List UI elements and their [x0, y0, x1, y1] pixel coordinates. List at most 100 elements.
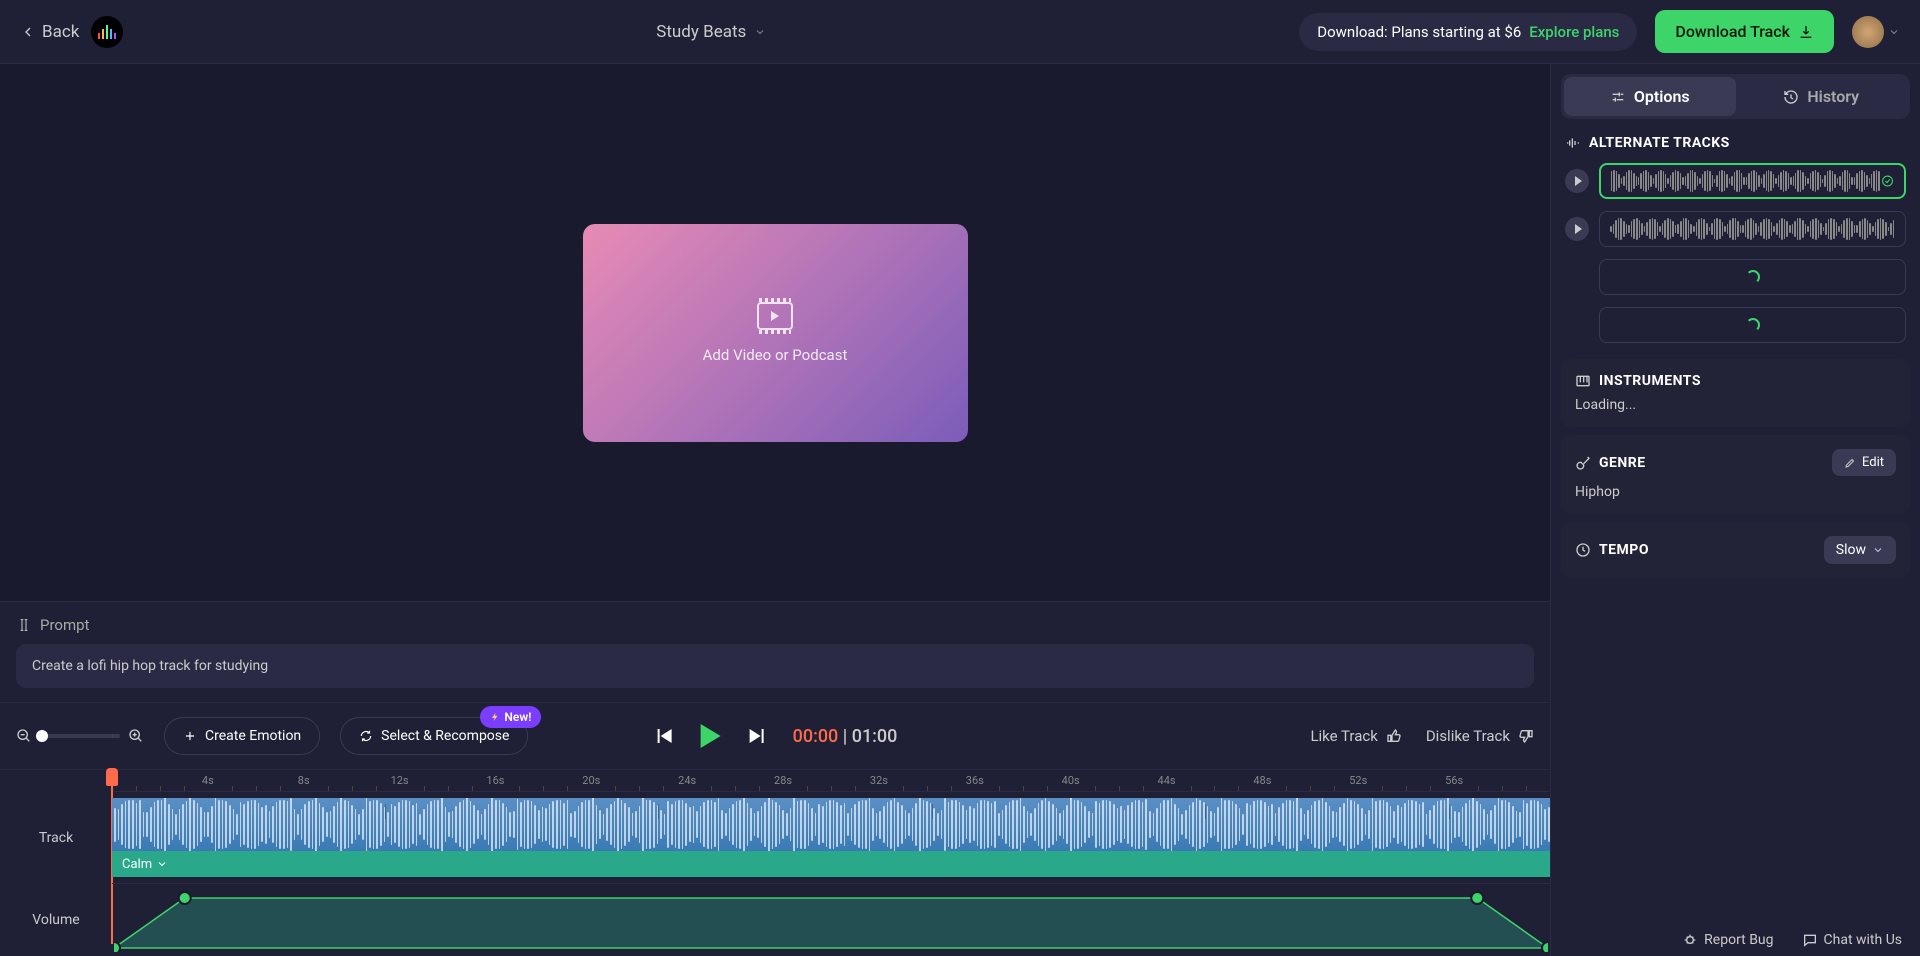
- genre-value: Hiphop: [1575, 484, 1896, 500]
- emotion-chip[interactable]: Calm: [112, 851, 1550, 877]
- add-media-label: Add Video or Podcast: [703, 346, 848, 364]
- time-tick: 8s: [298, 774, 310, 787]
- clock-icon: [1575, 542, 1591, 558]
- download-track-button[interactable]: Download Track: [1655, 10, 1834, 53]
- emotion-label: Calm: [122, 857, 152, 872]
- alt-play-button[interactable]: [1565, 169, 1589, 193]
- prompt-section: Prompt: [0, 601, 1550, 702]
- alternate-track-1[interactable]: [1565, 163, 1906, 199]
- instruments-section: INSTRUMENTS Loading...: [1561, 359, 1910, 427]
- tab-history[interactable]: History: [1736, 77, 1908, 116]
- spinner-icon: [1746, 270, 1760, 284]
- add-video-podcast-card[interactable]: Add Video or Podcast: [583, 224, 968, 442]
- time-tick: 40s: [1062, 774, 1080, 787]
- time-tick: 52s: [1349, 774, 1367, 787]
- alternate-track-loading: [1599, 307, 1906, 343]
- zoom-out-icon[interactable]: [16, 728, 32, 744]
- plus-icon: [183, 729, 197, 743]
- thumbs-up-icon: [1386, 728, 1402, 744]
- time-ruler[interactable]: 0s4s8s12s16s20s24s28s32s36s40s44s48s52s5…: [112, 770, 1550, 792]
- tab-options[interactable]: Options: [1564, 77, 1736, 116]
- skip-back-button[interactable]: [653, 724, 677, 748]
- back-button[interactable]: Back: [20, 22, 79, 42]
- tempo-section: TEMPO Slow: [1561, 522, 1910, 578]
- volume-row-label: Volume: [0, 884, 112, 956]
- volume-row[interactable]: [112, 884, 1550, 956]
- select-recompose-button[interactable]: Select & Recompose New!: [340, 717, 528, 755]
- edit-genre-button[interactable]: Edit: [1832, 449, 1896, 476]
- right-sidebar: Options History ALTERNATE TRACKS: [1550, 64, 1920, 956]
- sidebar-tabs: Options History: [1561, 74, 1910, 119]
- dislike-track-button[interactable]: Dislike Track: [1426, 727, 1534, 745]
- genre-label: GENRE: [1599, 455, 1646, 471]
- thumbs-down-icon: [1518, 728, 1534, 744]
- brand-logo: [91, 16, 123, 48]
- dislike-label: Dislike Track: [1426, 727, 1510, 745]
- plan-text: Download: Plans starting at $6: [1317, 23, 1521, 41]
- arrow-left-icon: [20, 24, 36, 40]
- chevron-down-icon: [1888, 26, 1900, 38]
- alternate-track-2[interactable]: [1565, 211, 1906, 247]
- zoom-slider[interactable]: [40, 734, 120, 738]
- like-track-button[interactable]: Like Track: [1310, 727, 1401, 745]
- text-cursor-icon: [16, 617, 32, 633]
- tempo-label: TEMPO: [1599, 542, 1649, 558]
- playback-controls: 00:00 | 01:00: [653, 724, 898, 748]
- time-display: 00:00 | 01:00: [793, 726, 898, 747]
- report-bug-button[interactable]: Report Bug: [1682, 932, 1773, 948]
- bug-icon: [1682, 932, 1698, 948]
- chat-button[interactable]: Chat with Us: [1802, 932, 1902, 948]
- tempo-dropdown[interactable]: Slow: [1824, 536, 1896, 564]
- new-badge: New!: [480, 706, 541, 728]
- chevron-down-icon: [156, 858, 168, 870]
- piano-icon: [1575, 373, 1591, 389]
- volume-envelope[interactable]: [114, 888, 1548, 952]
- genre-section: GENRE Edit Hiphop: [1561, 435, 1910, 514]
- time-current: 00:00: [793, 726, 839, 747]
- time-tick: 28s: [774, 774, 792, 787]
- top-bar: Back Study Beats Download: Plans startin…: [0, 0, 1920, 64]
- plan-pill[interactable]: Download: Plans starting at $6 Explore p…: [1299, 13, 1637, 51]
- controls-bar: Create Emotion Select & Recompose New! 0…: [0, 702, 1550, 769]
- project-title-dropdown[interactable]: Study Beats: [656, 22, 766, 42]
- bolt-icon: [490, 712, 500, 722]
- prompt-label: Prompt: [40, 616, 89, 634]
- bottom-bar: Report Bug Chat with Us: [1664, 924, 1920, 956]
- time-tick: 36s: [966, 774, 984, 787]
- check-circle-icon: [1881, 172, 1894, 190]
- play-button[interactable]: [701, 724, 721, 748]
- waveform-icon: [1565, 135, 1581, 151]
- alternate-tracks-label: ALTERNATE TRACKS: [1589, 135, 1730, 151]
- alt-waveform: [1599, 211, 1906, 247]
- time-tick: 56s: [1445, 774, 1463, 787]
- time-tick: 32s: [870, 774, 888, 787]
- prompt-input[interactable]: [16, 644, 1534, 688]
- alt-play-button[interactable]: [1565, 217, 1589, 241]
- chevron-down-icon: [1872, 544, 1884, 556]
- time-tick: 12s: [391, 774, 409, 787]
- alternate-track-loading: [1599, 259, 1906, 295]
- history-icon: [1783, 89, 1799, 105]
- download-label: Download Track: [1675, 22, 1790, 41]
- film-play-icon: [757, 302, 793, 330]
- instruments-label: INSTRUMENTS: [1599, 373, 1701, 389]
- time-tick: 24s: [678, 774, 696, 787]
- time-tick: 16s: [486, 774, 504, 787]
- guitar-icon: [1575, 455, 1591, 471]
- time-tick: 4s: [202, 774, 214, 787]
- create-emotion-button[interactable]: Create Emotion: [164, 717, 320, 755]
- download-icon: [1798, 24, 1814, 40]
- project-title: Study Beats: [656, 22, 746, 42]
- pencil-icon: [1844, 457, 1856, 469]
- track-row[interactable]: Calm: [112, 792, 1550, 884]
- explore-plans-link[interactable]: Explore plans: [1529, 23, 1619, 41]
- chat-icon: [1802, 932, 1818, 948]
- sliders-icon: [1610, 89, 1626, 105]
- preview-area: Add Video or Podcast: [0, 64, 1550, 601]
- skip-forward-button[interactable]: [745, 724, 769, 748]
- time-tick: 44s: [1158, 774, 1176, 787]
- zoom-in-icon[interactable]: [128, 728, 144, 744]
- select-recompose-label: Select & Recompose: [381, 728, 509, 744]
- like-label: Like Track: [1310, 727, 1377, 745]
- user-menu[interactable]: [1852, 16, 1900, 48]
